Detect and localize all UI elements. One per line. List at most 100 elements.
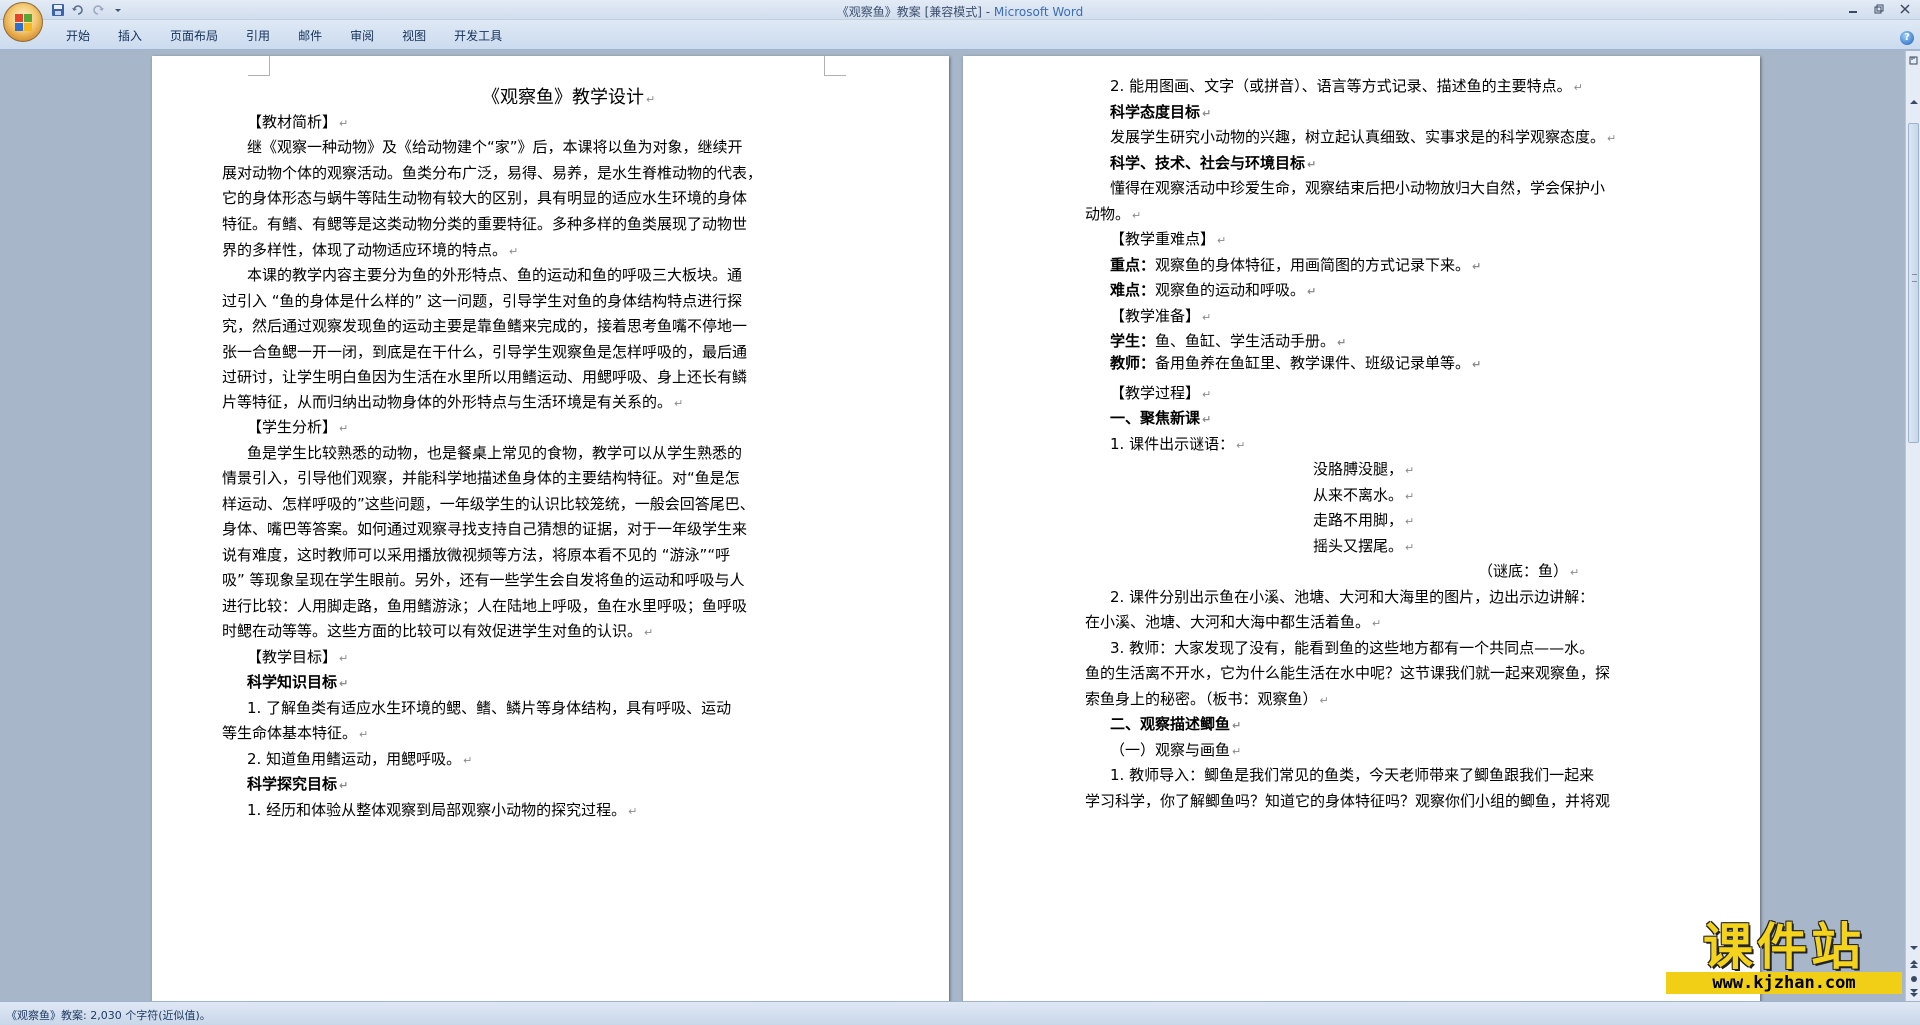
document-page-1[interactable]: 《观察鱼》教学设计 ↵ 【教材简析】 ↵ 继《观察一种动物》及《给动物建个“家”》后，本… <box>152 56 949 1001</box>
tab-developer[interactable]: 开发工具 <box>440 28 516 44</box>
line-text: 究，然后通过观察发现鱼的运动主要是靠鱼鳍来完成的，接着思考鱼嘴不停地一 <box>222 317 748 335</box>
line-text: 界的多样性，体现了动物适应环境的特点。 <box>222 241 508 259</box>
line-text: 【教学目标】 <box>247 648 338 666</box>
scroll-up-icon[interactable] <box>1907 95 1920 109</box>
text-line: 没胳膊没腿， ↵ <box>1313 459 1414 481</box>
paragraph-mark-icon: ↵ <box>646 93 656 106</box>
line-text: 走路不用脚， <box>1313 511 1404 529</box>
paragraph-mark-icon: ↵ <box>674 397 684 410</box>
line-text: 发展学生研究小动物的兴趣，树立起认真细致、实事求是的科学观察态度。 <box>1110 128 1606 146</box>
next-page-icon[interactable] <box>1907 986 1920 1000</box>
text-line: 等生命体基本特征。 ↵ <box>222 723 368 745</box>
tab-view[interactable]: 视图 <box>388 28 440 44</box>
select-browse-object-icon[interactable] <box>1907 972 1920 986</box>
line-text: 1. 课件出示谜语： <box>1110 435 1235 453</box>
text-line: 科学探究目标 ↵ <box>247 774 348 796</box>
paragraph-mark-icon: ↵ <box>1202 413 1212 426</box>
text-line: 情景引入，引导他们观察，并能科学地描述鱼身体的主要结构特征。对“鱼是怎 <box>222 468 740 488</box>
status-text: 《观察鱼》教案: 2,030 个字符(近似值)。 <box>6 1009 211 1022</box>
text-line: 样运动、怎样呼吸的”这些问题，一年级学生的认识比较笼统，一般会回答尾巴、 <box>222 494 755 514</box>
line-text: 样运动、怎样呼吸的”这些问题，一年级学生的认识比较笼统，一般会回答尾巴、 <box>222 495 755 513</box>
line-text: 在小溪、池塘、大河和大海中都生活着鱼。 <box>1085 613 1371 631</box>
restore-icon[interactable] <box>1866 0 1892 18</box>
text-line: 鱼的生活离不开水，它为什么能生活在水中呢？这节课我们就一起来观察鱼，探 <box>1085 663 1610 683</box>
line-text: 难点： <box>1110 281 1156 299</box>
close-icon[interactable] <box>1892 0 1918 18</box>
tab-home[interactable]: 开始 <box>52 28 104 44</box>
scroll-down-icon[interactable] <box>1907 941 1920 955</box>
line-text: 本课的教学内容主要分为鱼的外形特点、鱼的运动和鱼的呼吸三大板块。通 <box>247 266 743 284</box>
paragraph-mark-icon: ↵ <box>644 626 654 639</box>
document-workspace[interactable]: 《观察鱼》教学设计 ↵ 【教材简析】 ↵ 继《观察一种动物》及《给动物建个“家”》后，本… <box>0 51 1905 1001</box>
line-text: 鱼的生活离不开水，它为什么能生活在水中呢？这节课我们就一起来观察鱼，探 <box>1085 664 1611 682</box>
tab-mailings[interactable]: 邮件 <box>284 28 336 44</box>
line-text: 【教学准备】 <box>1110 307 1201 325</box>
tab-review[interactable]: 审阅 <box>336 28 388 44</box>
minimize-icon[interactable] <box>1840 0 1866 18</box>
line-text: 学习科学，你了解鲫鱼吗？知道它的身体特征吗？观察你们小组的鲫鱼，并将观 <box>1085 792 1611 810</box>
paragraph-mark-icon: ↵ <box>1132 209 1142 222</box>
document-page-2[interactable]: 2. 能用图画、文字（或拼音）、语言等方式记录、描述鱼的主要特点。 ↵ 科学态度目标… <box>963 56 1760 1001</box>
text-line: 懂得在观察活动中珍爱生命，观察结束后把小动物放归大自然，学会保护小 <box>1110 178 1605 198</box>
text-line: 【教学目标】 ↵ <box>247 647 348 669</box>
scrollbar-thumb[interactable] <box>1908 123 1919 443</box>
paragraph-mark-icon: ↵ <box>1307 158 1317 171</box>
line-text: 2. 知道鱼用鳍运动，用鳃呼吸。 <box>247 750 462 768</box>
paragraph-mark-icon: ↵ <box>339 422 349 435</box>
line-text: 懂得在观察活动中珍爱生命，观察结束后把小动物放归大自然，学会保护小 <box>1110 179 1606 197</box>
text-line: 吸” 等现象呈现在学生眼前。另外，还有一些学生会自发将鱼的运动和呼吸与人 <box>222 570 745 590</box>
tab-insert[interactable]: 插入 <box>104 28 156 44</box>
text-line: 走路不用脚， ↵ <box>1313 510 1414 532</box>
line-text: 从来不离水。 <box>1313 486 1404 504</box>
paragraph-mark-icon: ↵ <box>628 805 638 818</box>
ruler-toggle-icon[interactable] <box>1907 53 1920 67</box>
line-text: 二、观察描述鲫鱼 <box>1110 715 1231 733</box>
watermark-logo: 课件站 www.kjzhan.com <box>1664 920 1904 1000</box>
ribbon-tabs: 开始 插入 页面布局 引用 邮件 审阅 视图 开发工具 <box>52 28 516 44</box>
line-text: 张一合鱼鳃一开一闭，到底是在干什么，引导学生观察鱼是怎样呼吸的，最后通 <box>222 343 748 361</box>
line-text: 特征。有鳍、有鳃等是这类动物分类的重要特征。多种多样的鱼类展现了动物世 <box>222 215 748 233</box>
scrollbar-grip <box>1912 274 1917 282</box>
paragraph-mark-icon: ↵ <box>1307 285 1317 298</box>
line-text: 2. 能用图画、文字（或拼音）、语言等方式记录、描述鱼的主要特点。 <box>1110 77 1572 95</box>
text-line: 1. 了解鱼类有适应水生环境的鳃、鳍、鳞片等身体结构，具有呼吸、运动 <box>247 698 731 718</box>
text-line: 学生：鱼、鱼缸、学生活动手册。 ↵ <box>1110 331 1346 353</box>
text-line: 【教学重难点】 ↵ <box>1110 229 1226 251</box>
line-text: 【教材简析】 <box>247 113 338 131</box>
line-text: 1. 教师导入：鲫鱼是我们常见的鱼类，今天老师带来了鲫鱼跟我们一起来 <box>1110 766 1595 784</box>
paragraph-mark-icon: ↵ <box>509 245 519 258</box>
line-text: 过研讨，让学生明白鱼因为生活在水里所以用鳍运动、用鳃呼吸、身上还长有鳞 <box>222 368 748 386</box>
text-line: 教师：备用鱼养在鱼缸里、教学课件、班级记录单等。 ↵ <box>1110 353 1481 375</box>
text-line: 二、观察描述鲫鱼 ↵ <box>1110 714 1241 736</box>
line-text: 科学探究目标 <box>247 775 338 793</box>
text-line: 2. 能用图画、文字（或拼音）、语言等方式记录、描述鱼的主要特点。 ↵ <box>1110 76 1583 98</box>
paragraph-mark-icon: ↵ <box>1405 515 1415 528</box>
text-line: 【教学准备】 ↵ <box>1110 306 1211 328</box>
text-line: 科学态度目标 ↵ <box>1110 102 1211 124</box>
paragraph-mark-icon: ↵ <box>339 779 349 792</box>
text-line: 本课的教学内容主要分为鱼的外形特点、鱼的运动和鱼的呼吸三大板块。通 <box>247 265 742 285</box>
text-line: 重点：观察鱼的身体特征，用画简图的方式记录下来。 ↵ <box>1110 255 1481 277</box>
tab-page-layout[interactable]: 页面布局 <box>156 28 232 44</box>
prev-page-icon[interactable] <box>1907 957 1920 971</box>
help-icon[interactable]: ? <box>1900 31 1914 45</box>
text-line: （一）观察与画鱼 ↵ <box>1110 740 1241 762</box>
text-line: 片等特征，从而归纳出动物身体的外形特点与生活环境是有关系的。 ↵ <box>222 392 683 414</box>
tab-references[interactable]: 引用 <box>232 28 284 44</box>
paragraph-mark-icon: ↵ <box>1573 81 1583 94</box>
office-button[interactable] <box>3 2 43 42</box>
paragraph-mark-icon: ↵ <box>1405 490 1415 503</box>
vertical-scrollbar[interactable] <box>1905 51 1920 1001</box>
paragraph-mark-icon: ↵ <box>1202 388 1212 401</box>
text-line: 它的身体形态与蜗牛等陆生动物有较大的区别，具有明显的适应水生环境的身体 <box>222 188 747 208</box>
text-line: 1. 课件出示谜语： ↵ <box>1110 434 1245 456</box>
text-line: 【教学过程】 ↵ <box>1110 383 1211 405</box>
text-line: 科学知识目标 ↵ <box>247 672 348 694</box>
line-text: 过引入 “鱼的身体是什么样的” 这一问题，引导学生对鱼的身体结构特点进行探 <box>222 292 743 310</box>
window-title: 《观察鱼》教案 [兼容模式] - Microsoft Word <box>0 3 1920 20</box>
paragraph-mark-icon: ↵ <box>1607 132 1617 145</box>
line-text: 《观察鱼》教学设计 <box>482 87 644 108</box>
line-text: （谜底：鱼） <box>1478 562 1569 580</box>
title-bar: 《观察鱼》教案 [兼容模式] - Microsoft Word <box>0 0 1920 20</box>
paragraph-mark-icon: ↵ <box>1319 694 1329 707</box>
